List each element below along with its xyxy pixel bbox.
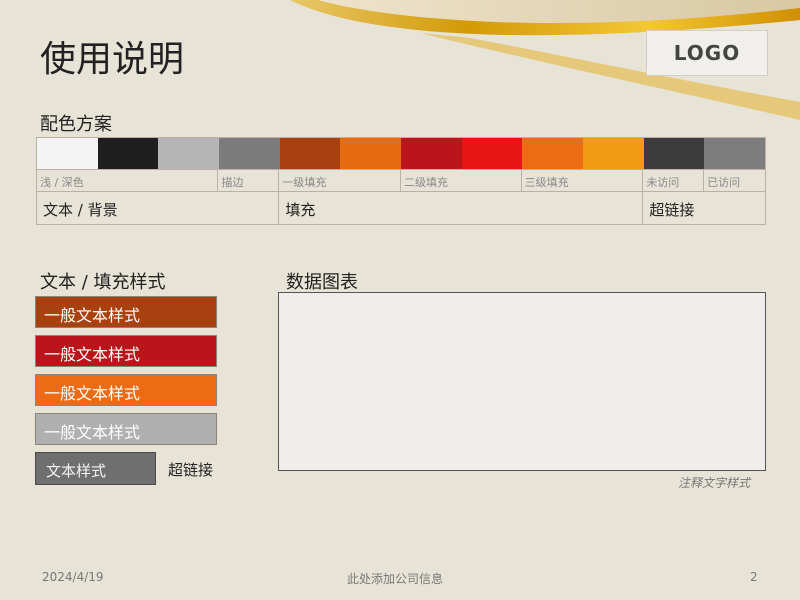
- swatch-fill3a: [522, 138, 584, 169]
- swatch-fill2b: [461, 138, 523, 169]
- text-style-box-1: 一般文本样式: [35, 296, 217, 328]
- chart-heading: 数据图表: [286, 272, 358, 293]
- color-palette: [36, 137, 766, 170]
- hyperlink-sample[interactable]: 超链接: [168, 459, 213, 480]
- swatch-label-row: 浅 / 深色 描边 一级填充 二级填充 三级填充 未访问 已访问: [36, 170, 766, 192]
- swatch-label-fill1: 一级填充: [279, 170, 401, 191]
- footer-date: 2024/4/19: [42, 570, 104, 584]
- swatch-dark: [97, 138, 159, 169]
- swatch-unvisited: [643, 138, 705, 169]
- footer-company: 此处添加公司信息: [347, 572, 444, 586]
- category-text-background: 文本 / 背景: [37, 192, 280, 224]
- palette-heading: 配色方案: [40, 114, 112, 135]
- swatch-visited: [704, 138, 766, 169]
- category-hyperlink: 超链接: [649, 201, 695, 219]
- swatch-label-unvisited: 未访问: [643, 170, 705, 191]
- swatch-light: [37, 138, 98, 169]
- text-styles-heading: 文本 / 填充样式: [40, 272, 166, 293]
- chart-placeholder: [278, 292, 766, 471]
- swatch-label-visited: 已访问: [707, 176, 741, 189]
- text-style-box-3: 一般文本样式: [35, 374, 217, 406]
- swatch-label-light-dark: 浅 / 深色: [37, 170, 219, 191]
- swatch-label-stroke: 描边: [218, 170, 280, 191]
- footer-page-number: 2: [750, 570, 758, 584]
- swatch-fill2a: [401, 138, 462, 169]
- swatch-fill1a: [279, 138, 341, 169]
- swatch-label-fill3: 三级填充: [522, 170, 644, 191]
- swatch-fill3b: [583, 138, 644, 169]
- swatch-label-fill2: 二级填充: [401, 170, 522, 191]
- logo: LOGO: [646, 30, 768, 76]
- text-style-box-2: 一般文本样式: [35, 335, 217, 367]
- note-text: 注释文字样式: [677, 476, 750, 490]
- category-fill: 填充: [279, 192, 644, 224]
- swatch-fill1b: [340, 138, 402, 169]
- text-style-box-4: 一般文本样式: [35, 413, 217, 445]
- small-text-style-box: 文本样式: [35, 452, 156, 485]
- category-label-row: 文本 / 背景 填充 超链接: [36, 192, 766, 225]
- swatch-stroke: [219, 138, 280, 169]
- page-title: 使用说明: [40, 39, 185, 80]
- swatch-gray: [158, 138, 220, 169]
